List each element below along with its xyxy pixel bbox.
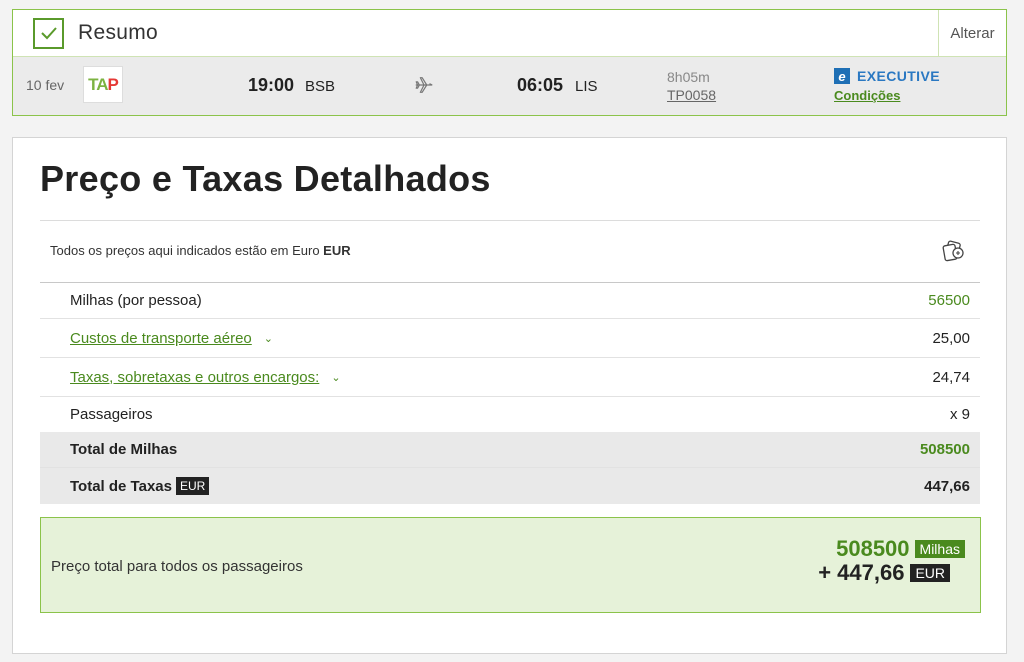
miles-badge: Milhas [914,540,965,558]
flight-number-link[interactable]: TP0058 [667,87,716,103]
currency-note-text: Todos os preços aqui indicados estão em … [50,243,320,258]
currency-badge: EUR [175,477,210,495]
grand-total-miles-value: 508500 [836,536,910,561]
summary-header: Resumo Alterar [13,10,1006,57]
total-miles-value: 508500 [919,441,970,458]
departure-code: BSB [305,78,336,95]
row-value: x 9 [949,406,970,423]
airplane-icon [415,77,433,93]
departure-time: 19:00 [248,75,295,95]
total-taxes-label: Total de Taxas [70,477,172,495]
airline-logo-text-1: TA [88,74,108,94]
arrival-time: 06:05 [517,75,564,95]
chevron-down-icon[interactable]: ⌄ [264,332,273,345]
row-miles-per-person: Milhas (por pessoa) 56500 [40,283,980,319]
row-total-miles: Total de Milhas 508500 [40,432,980,468]
row-label: Passageiros [70,406,153,423]
row-passengers: Passageiros x 9 [40,397,980,433]
flight-duration: 8h05m [667,69,710,85]
conditions-link[interactable]: Condições [834,88,900,103]
page-title: Preço e Taxas Detalhados [40,158,491,199]
row-total-taxes: Total de Taxas EUR 447,66 [40,468,980,504]
price-detail-panel: Preço e Taxas Detalhados Todos os preços… [12,137,1007,654]
currency-note-code: EUR [323,243,351,258]
grand-total-miles: 508500 Milhas [836,536,965,562]
row-value: 24,74 [932,368,970,386]
row-value: 56500 [928,292,970,309]
taxes-surcharges-link[interactable]: Taxas, sobretaxas e outros encargos: [70,369,319,386]
row-label: Milhas (por pessoa) [70,292,202,309]
airline-logo-text-2: P [107,74,119,94]
air-transport-costs-link[interactable]: Custos de transporte aéreo [70,330,252,347]
currency-note: Todos os preços aqui indicados estão em … [50,243,351,258]
grand-total-eur-value: + 447,66 [818,560,905,585]
flight-row: 10 fev TA P 19:00 BSB 06:05 LIS 8h05m TP0… [13,57,1006,115]
flight-date: 10 fev [26,77,65,93]
divider [40,220,980,221]
arrival-code: LIS [575,78,598,95]
total-taxes-value: 447,66 [924,477,970,495]
row-air-transport-costs[interactable]: Custos de transporte aéreo ⌄ 25,00 [40,319,980,358]
grand-total-eur: + 447,66 EUR [818,560,950,586]
alter-button[interactable]: Alterar [938,10,1006,57]
grand-total-box: Preço total para todos os passageiros 50… [40,517,981,613]
total-miles-label: Total de Milhas [70,441,178,458]
cabin-class: e EXECUTIVE [834,68,940,84]
row-value: 25,00 [932,329,970,347]
summary-panel: Resumo Alterar 10 fev TA P 19:00 BSB 06:0… [12,9,1007,116]
chevron-down-icon[interactable]: ⌄ [331,371,340,384]
executive-class-icon: e [834,68,850,84]
airline-logo: TA P [83,66,123,103]
cabin-class-name: EXECUTIVE [857,68,940,84]
row-taxes-surcharges[interactable]: Taxas, sobretaxas e outros encargos: ⌄ 2… [40,358,980,397]
currency-exchange-icon[interactable] [941,239,967,263]
summary-title: Resumo [78,21,158,44]
grand-total-label: Preço total para todos os passageiros [51,558,303,575]
currency-badge: EUR [910,564,950,582]
check-icon [33,17,64,49]
